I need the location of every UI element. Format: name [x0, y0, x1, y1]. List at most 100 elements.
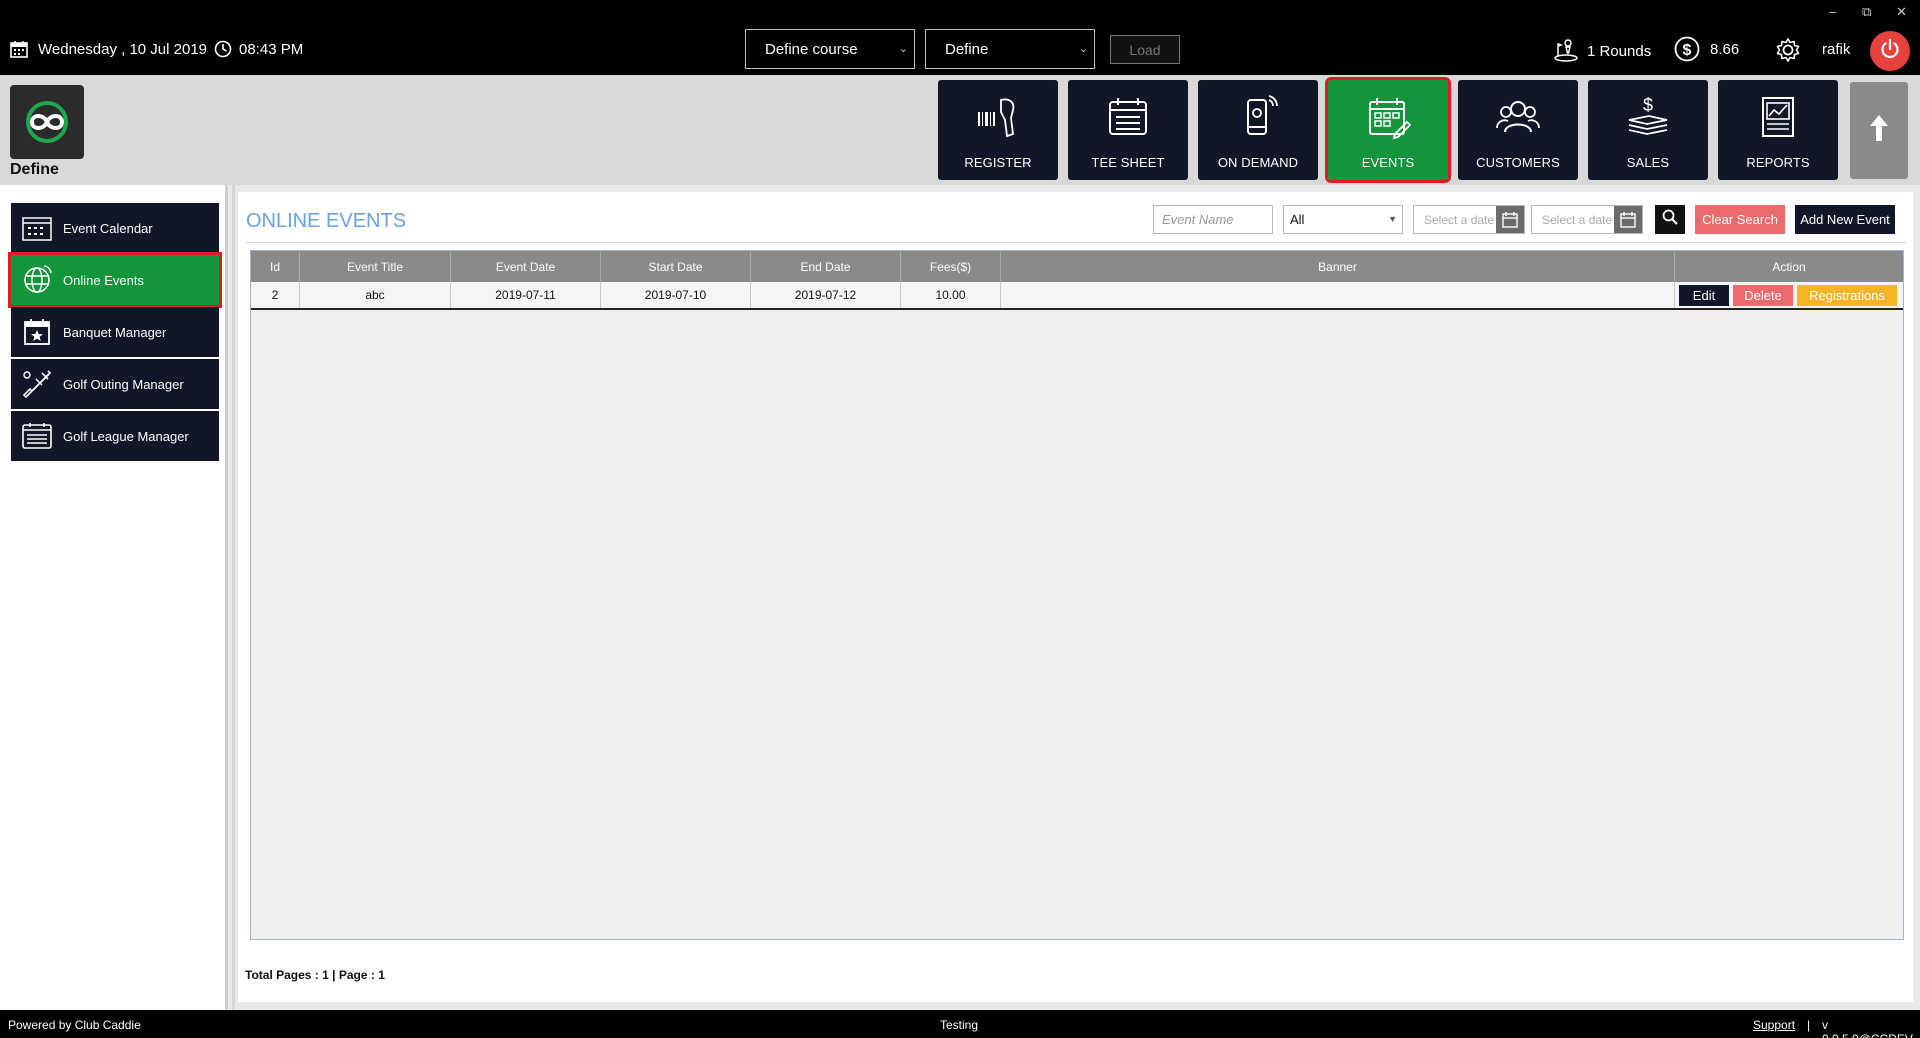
rounds-text: 1 Rounds — [1587, 42, 1652, 60]
nav-label: ON DEMAND — [1217, 155, 1299, 170]
status-select[interactable]: All ▼ — [1283, 205, 1403, 234]
nav-customers[interactable]: CUSTOMERS — [1458, 80, 1578, 180]
globe-icon — [21, 264, 53, 296]
title-divider — [246, 242, 1906, 243]
sidebar-item-online-events[interactable]: Online Events — [8, 252, 222, 308]
footer: Powered by Club Caddie Testing Support |… — [0, 1010, 1920, 1038]
search-button[interactable] — [1655, 205, 1685, 234]
time-text: 08:43 PM — [239, 40, 304, 58]
column-header-id[interactable]: Id — [251, 251, 300, 282]
close-icon[interactable]: ✕ — [1896, 4, 1907, 20]
league-list-icon — [21, 420, 53, 452]
events-calendar-icon — [1365, 94, 1412, 145]
powered-by-text: Powered by Club Caddie — [8, 1018, 141, 1032]
nav-label: REGISTER — [964, 155, 1032, 170]
top-bar: Wednesday , 10 Jul 2019 08:43 PM Define … — [0, 0, 1920, 75]
column-header-end-date[interactable]: End Date — [751, 251, 901, 282]
event-calendar-icon — [21, 212, 53, 244]
nav-reports[interactable]: REPORTS — [1718, 80, 1838, 180]
current-page-text: Page : 1 — [338, 968, 385, 982]
nav-on-demand[interactable]: ON DEMAND — [1198, 80, 1318, 180]
column-header-event-date[interactable]: Event Date — [451, 251, 601, 282]
tee-sheet-icon — [1105, 94, 1151, 145]
header: Define REGISTER TEE SHEET ON DEMAND EVEN… — [0, 75, 1920, 185]
balance-text: 8.66 — [1710, 40, 1740, 58]
nav-events[interactable]: EVENTS — [1325, 77, 1451, 183]
restore-icon[interactable]: ⧉ — [1862, 4, 1871, 20]
date-to-placeholder: Select a date — [1542, 212, 1613, 227]
sidebar-item-label: Event Calendar — [63, 220, 153, 236]
power-icon — [1879, 38, 1901, 65]
column-header-start-date[interactable]: Start Date — [601, 251, 751, 282]
event-name-input[interactable]: Event Name — [1153, 205, 1273, 234]
nav-label: EVENTS — [1361, 155, 1415, 170]
nav-register[interactable]: REGISTER — [938, 80, 1058, 180]
page-title: ONLINE EVENTS — [246, 210, 407, 232]
cell-event-date: 2019-07-11 — [451, 282, 601, 308]
svg-text:$: $ — [1643, 95, 1653, 115]
cell-actions: Edit Delete Registrations — [1675, 282, 1903, 308]
cell-fees: 10.00 — [901, 282, 1001, 308]
support-link[interactable]: Support — [1753, 1018, 1795, 1032]
banquet-calendar-icon — [21, 316, 53, 348]
scroll-up-button[interactable] — [1850, 82, 1908, 179]
gear-icon — [1775, 37, 1801, 63]
sidebar-item-golf-league-manager[interactable]: Golf League Manager — [11, 411, 219, 461]
calendar-picker-icon[interactable] — [1614, 206, 1642, 233]
column-header-event-title[interactable]: Event Title — [300, 251, 451, 282]
sidebar-item-event-calendar[interactable]: Event Calendar — [11, 203, 219, 253]
calendar-picker-icon[interactable] — [1496, 206, 1524, 233]
nav-sales[interactable]: $ SALES — [1588, 80, 1708, 180]
username[interactable]: rafik — [1822, 41, 1850, 58]
nav-label: REPORTS — [1746, 155, 1810, 170]
pagination-info: Total Pages : 1 | Page : 1 — [245, 968, 385, 982]
date-from-placeholder: Select a date — [1424, 212, 1495, 227]
search-icon — [1662, 209, 1678, 230]
environment-text: Testing — [940, 1018, 979, 1032]
calendar-icon — [10, 40, 28, 58]
sidebar-divider[interactable] — [232, 185, 235, 1010]
column-header-fees[interactable]: Fees($) — [901, 251, 1001, 282]
table-header: Id Event Title Event Date Start Date End… — [251, 251, 1903, 282]
delete-button[interactable]: Delete — [1733, 284, 1793, 306]
add-new-event-button[interactable]: Add New Event — [1795, 205, 1895, 234]
load-button[interactable]: Load — [1110, 35, 1180, 64]
define-select-value: Define — [945, 40, 989, 58]
pager-separator: | — [328, 968, 339, 982]
app-logo[interactable] — [10, 85, 84, 159]
registrations-button[interactable]: Registrations — [1797, 284, 1897, 306]
barcode-scanner-icon — [975, 94, 1021, 145]
cell-id: 2 — [251, 282, 300, 308]
golf-club-icon — [21, 368, 53, 400]
nav-tee-sheet[interactable]: TEE SHEET — [1068, 80, 1188, 180]
mobile-phone-icon — [1235, 94, 1281, 145]
dollar-icon: $ — [1674, 36, 1700, 62]
power-button[interactable] — [1870, 31, 1910, 71]
sidebar-item-label: Online Events — [63, 272, 144, 288]
sidebar-item-banquet-manager[interactable]: Banquet Manager — [11, 307, 219, 357]
column-header-banner[interactable]: Banner — [1001, 251, 1675, 282]
nav-label: SALES — [1626, 155, 1670, 170]
cell-start-date: 2019-07-10 — [601, 282, 751, 308]
define-select[interactable]: Define ⌄ — [925, 29, 1095, 69]
nav-label: TEE SHEET — [1091, 155, 1165, 170]
table-row[interactable]: 2 abc 2019-07-11 2019-07-10 2019-07-12 1… — [251, 282, 1903, 310]
date-from-input[interactable]: Select a date — [1413, 205, 1525, 234]
minimize-icon[interactable]: – — [1829, 4, 1836, 19]
clock-icon — [214, 40, 232, 58]
nav-label: CUSTOMERS — [1476, 155, 1560, 170]
rounds-display[interactable]: 1 Rounds — [1553, 39, 1651, 63]
logo-label: Define — [10, 161, 59, 178]
course-select[interactable]: Define course ⌄ — [745, 29, 915, 69]
clear-search-button[interactable]: Clear Search — [1695, 205, 1785, 234]
club-caddie-logo-icon — [26, 101, 68, 143]
date-to-input[interactable]: Select a date — [1531, 205, 1643, 234]
settings-button[interactable] — [1775, 37, 1801, 63]
chevron-down-icon: ⌄ — [1078, 43, 1088, 55]
sidebar-item-golf-outing-manager[interactable]: Golf Outing Manager — [11, 359, 219, 409]
caret-down-icon: ▼ — [1388, 214, 1397, 224]
balance-display[interactable]: $ 8.66 — [1674, 36, 1739, 62]
cell-banner — [1001, 282, 1675, 308]
edit-button[interactable]: Edit — [1679, 284, 1729, 306]
reports-icon — [1755, 94, 1801, 145]
